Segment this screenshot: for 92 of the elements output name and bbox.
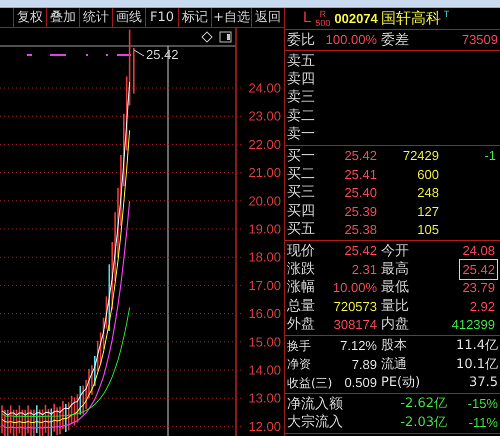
- ask-level-label: 卖一: [287, 125, 315, 144]
- field-value: 0.509: [343, 374, 377, 392]
- field-value: 7.12%: [339, 337, 377, 356]
- bid-volume: 600: [416, 166, 439, 184]
- price-axis-label: 18.00: [248, 250, 281, 265]
- field-value: 25.42: [459, 258, 498, 280]
- toolbar-button[interactable]: 画线: [112, 8, 146, 27]
- volume-change: -1: [483, 147, 497, 166]
- field-label: 净流入额: [287, 394, 344, 414]
- toolbar-button[interactable]: 叠加: [46, 8, 80, 27]
- field-value: 308174: [332, 316, 377, 334]
- badge-bottom: 500: [315, 18, 330, 28]
- field-label: 委比: [287, 30, 316, 50]
- ask-level-label: 卖三: [287, 88, 315, 108]
- field-label: 股本: [381, 337, 408, 356]
- bid-volume: 127: [416, 202, 439, 221]
- bid-price: 25.39: [343, 202, 377, 221]
- ask-level-label: 卖四: [287, 70, 315, 90]
- diamond-icon[interactable]: [201, 31, 213, 43]
- field-label: 涨幅: [287, 278, 316, 298]
- badge-top: R: [320, 10, 326, 18]
- price-axis-label: 14.00: [248, 362, 281, 378]
- toolbar-button[interactable]: 复权: [13, 8, 46, 27]
- field-value: 25.42: [343, 242, 377, 260]
- market-prefix: L: [303, 8, 312, 28]
- field-label: 最低: [381, 278, 410, 298]
- field-value: 2.31: [350, 260, 377, 279]
- commission-ratio: 100.00%: [324, 31, 377, 50]
- flow-percent: -15%: [466, 395, 498, 414]
- price-axis-label: 16.00: [248, 306, 281, 322]
- field-label: 外盘: [287, 315, 316, 334]
- field-label: 委差: [381, 30, 410, 50]
- bid-price: 25.41: [343, 166, 377, 184]
- bid-level-label: 买二: [287, 165, 316, 184]
- field-value: 2.92: [468, 298, 496, 316]
- price-axis-label: 20.00: [248, 193, 281, 208]
- price-axis-label: 15.00: [248, 334, 281, 350]
- panel-toggle-icon[interactable]: [220, 32, 232, 42]
- field-label: 量比: [381, 296, 410, 316]
- flow-value: -2.03亿: [399, 414, 447, 432]
- price-axis-label: 22.00: [248, 136, 281, 152]
- field-value: 7.89: [350, 356, 377, 374]
- field-label: 涨跌: [287, 260, 316, 279]
- toolbar-button[interactable]: 返回: [251, 8, 284, 27]
- toolbar-button[interactable]: F10: [145, 8, 178, 27]
- field-label: 最高: [381, 260, 410, 279]
- field-label: 净资: [287, 356, 312, 374]
- field-label: PE(动): [381, 374, 422, 392]
- field-label: 换手: [287, 338, 312, 356]
- stock-name: 国轩高科: [380, 8, 441, 30]
- bid-level-label: 买一: [287, 146, 316, 166]
- flow-percent: -11%: [468, 414, 498, 432]
- toolbar-button[interactable]: 标记: [178, 8, 212, 27]
- field-label: 流通: [381, 356, 408, 374]
- trading-mark: T: [444, 8, 450, 21]
- price-axis-label: 12.00: [248, 418, 281, 434]
- price-axis-label: 21.00: [248, 165, 281, 180]
- bid-level-label: 买三: [287, 183, 316, 202]
- flow-value: -2.62亿: [399, 395, 447, 414]
- bid-price: 25.42: [343, 147, 377, 166]
- price-axis-label: 23.00: [248, 108, 281, 124]
- field-label: 内盘: [381, 315, 410, 334]
- bid-volume: 105: [416, 220, 439, 239]
- ask-level-label: 卖二: [287, 106, 315, 126]
- bid-volume: 248: [416, 184, 439, 202]
- field-value: 37.5: [468, 374, 498, 392]
- field-value: 23.79: [461, 279, 496, 298]
- ask-level-label: 卖五: [287, 52, 315, 71]
- price-axis-label: 17.00: [248, 278, 281, 293]
- field-value: 10.1亿: [455, 356, 498, 374]
- bid-level-label: 买四: [287, 202, 316, 221]
- field-value: 10.00%: [332, 279, 377, 298]
- field-value: 24.08: [461, 242, 496, 260]
- toolbar-button[interactable]: +自选: [211, 8, 251, 27]
- stock-code: 002074: [334, 10, 378, 28]
- bid-price: 25.38: [343, 220, 377, 239]
- field-label: 大宗流入: [287, 413, 344, 432]
- field-label: 现价: [287, 242, 316, 261]
- field-value: 11.4亿: [455, 337, 498, 356]
- bid-volume: 72429: [402, 147, 439, 166]
- field-label: 总量: [287, 296, 316, 316]
- field-value: 720573: [332, 298, 377, 316]
- field-value: 412399: [450, 316, 496, 334]
- bid-price: 25.40: [343, 184, 377, 202]
- price-axis-label: 19.00: [248, 222, 281, 236]
- toolbar-button[interactable]: 统计: [79, 8, 112, 27]
- price-axis-label: 24.00: [248, 80, 281, 96]
- field-label: 今开: [381, 242, 410, 261]
- price-axis-label: 13.00: [248, 390, 281, 406]
- bid-level-label: 买五: [287, 220, 316, 240]
- commission-diff: 73509: [460, 31, 498, 50]
- field-label: 收益(三): [287, 374, 334, 392]
